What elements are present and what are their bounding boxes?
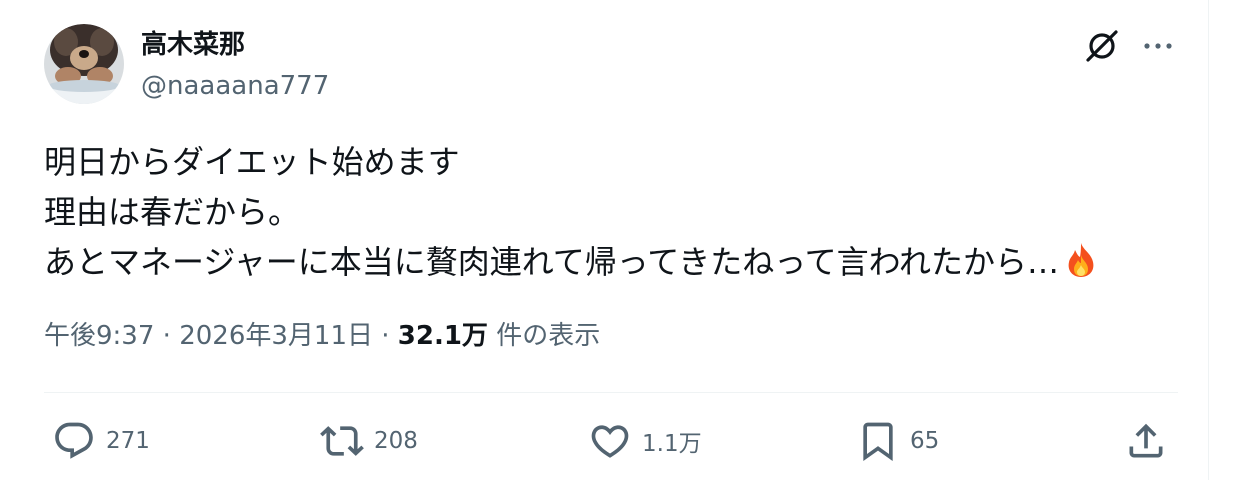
repost-button[interactable]: 208 bbox=[320, 418, 418, 464]
tweet-meta: 午後9:37 · 2026年3月11日 · 32.1万 件の表示 bbox=[44, 318, 600, 354]
reply-count: 271 bbox=[106, 428, 150, 454]
reply-button[interactable]: 271 bbox=[52, 418, 150, 464]
tweet-time[interactable]: 午後9:37 bbox=[44, 321, 154, 351]
author-handle[interactable]: @naaaana777 bbox=[141, 69, 329, 103]
meta-separator: · bbox=[381, 321, 390, 351]
tweet-text-line: 理由は春だから。 bbox=[44, 193, 301, 231]
meta-separator: · bbox=[162, 321, 171, 351]
more-options-button[interactable] bbox=[1138, 26, 1178, 66]
like-button[interactable]: 1.1万 bbox=[588, 418, 702, 464]
tweet-text-line: あとマネージャーに本当に贅肉連れて帰ってきたねって言われたから… bbox=[44, 237, 1099, 293]
bookmark-count: 65 bbox=[910, 428, 940, 454]
heart-icon bbox=[591, 425, 629, 458]
more-icon bbox=[1144, 43, 1172, 49]
tweet-card: 高木菜那 @naaaana777 明日からダイエット始めます 理由は春だから。あと… bbox=[0, 0, 1209, 480]
avatar-dog-image bbox=[44, 24, 124, 104]
like-count: 1.1万 bbox=[642, 431, 702, 457]
fire-icon bbox=[1063, 241, 1099, 293]
divider bbox=[44, 392, 1178, 393]
author-name[interactable]: 高木菜那 bbox=[141, 28, 245, 62]
tweet-text: 明日からダイエット始めます 理由は春だから。あとマネージャーに本当に贅肉連れて帰っ… bbox=[44, 137, 1099, 293]
views-count[interactable]: 32.1万 bbox=[398, 321, 488, 351]
tweet-text-line-content: あとマネージャーに本当に贅肉連れて帰ってきたねって言われたから… bbox=[44, 243, 1060, 281]
grok-button[interactable] bbox=[1082, 26, 1122, 66]
share-button[interactable] bbox=[1124, 418, 1168, 464]
repost-icon bbox=[320, 426, 364, 456]
tweet-text-line: 明日からダイエット始めます bbox=[44, 143, 460, 181]
bookmark-icon bbox=[863, 422, 893, 462]
tweet-date[interactable]: 2026年3月11日 bbox=[179, 321, 373, 351]
share-icon bbox=[1129, 423, 1163, 458]
bookmark-button[interactable]: 65 bbox=[856, 418, 939, 464]
reply-icon bbox=[55, 422, 93, 459]
repost-count: 208 bbox=[374, 428, 418, 454]
grok-icon bbox=[1086, 30, 1118, 62]
views-label: 件の表示 bbox=[496, 321, 601, 351]
avatar[interactable] bbox=[44, 24, 124, 104]
